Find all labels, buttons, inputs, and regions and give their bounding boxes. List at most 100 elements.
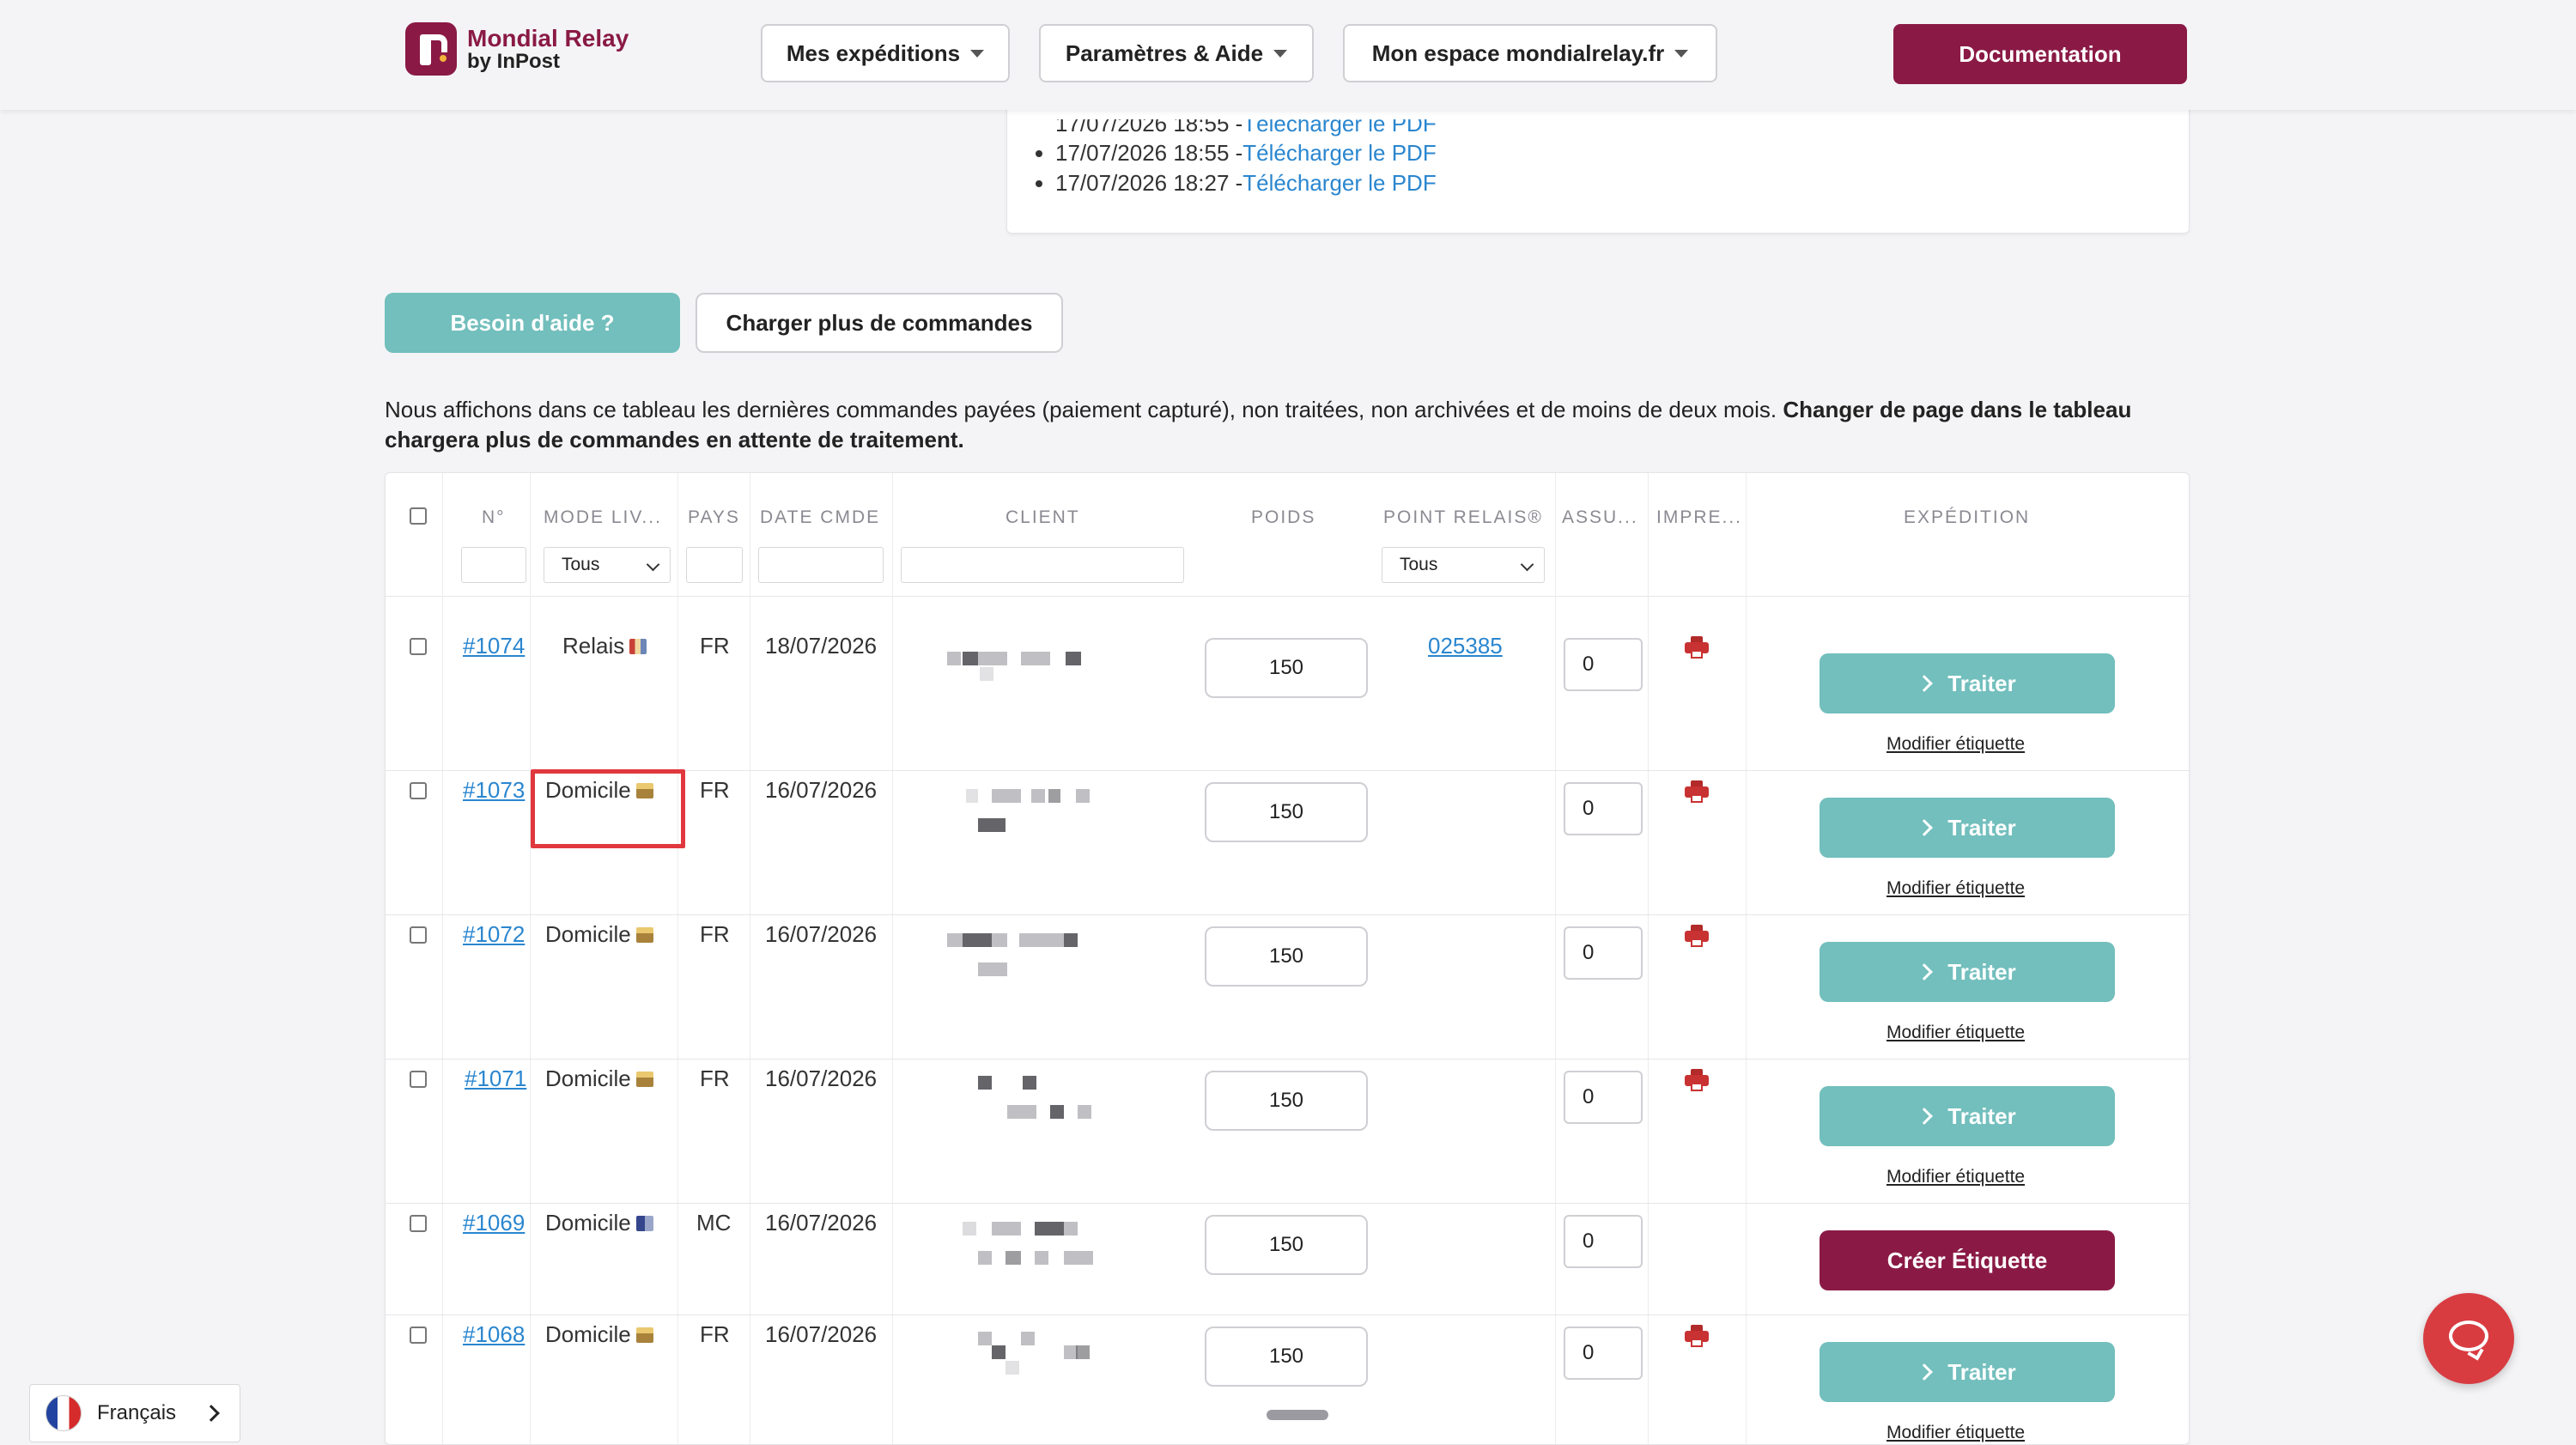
pdf-list-item: 17/07/2026 18:27 -Télécharger le PDF [1055, 168, 1437, 198]
row-checkbox[interactable] [410, 782, 427, 799]
printer-icon[interactable] [1685, 925, 1709, 947]
select-all-checkbox[interactable] [410, 507, 427, 525]
row-checkbox[interactable] [410, 926, 427, 944]
col-header-pays: PAYS [688, 507, 740, 527]
order-date: 16/07/2026 [765, 777, 878, 803]
insurance-input[interactable]: 0 [1564, 638, 1643, 691]
country: FR [700, 1066, 730, 1091]
chevron-right-icon [1916, 1363, 1934, 1381]
traiter-button[interactable]: Traiter [1820, 653, 2115, 713]
chat-support-button[interactable] [2423, 1293, 2514, 1384]
weight-input[interactable]: 150 [1205, 638, 1368, 698]
col-header-assurance: ASSU... [1562, 507, 1638, 527]
insurance-input[interactable]: 0 [1564, 1215, 1643, 1268]
traiter-button[interactable]: Traiter [1820, 1342, 2115, 1402]
order-number-link[interactable]: #1072 [463, 921, 525, 948]
row-checkbox[interactable] [410, 1071, 427, 1088]
download-pdf-link[interactable]: Télécharger le PDF [1242, 140, 1436, 166]
modifier-etiquette-link[interactable]: Modifier étiquette [1886, 734, 2025, 755]
traiter-button[interactable]: Traiter [1820, 1086, 2115, 1146]
row-checkbox[interactable] [410, 1215, 427, 1232]
help-button[interactable]: Besoin d'aide ? [385, 293, 680, 353]
filter-pays-input[interactable] [686, 547, 743, 583]
order-number-link[interactable]: #1071 [465, 1066, 526, 1092]
printer-icon[interactable] [1685, 1069, 1709, 1091]
order-date: 16/07/2026 [765, 921, 878, 947]
weight-input[interactable]: 150 [1205, 1071, 1368, 1131]
highlight-box [531, 769, 685, 848]
country: MC [696, 1210, 732, 1236]
printer-icon[interactable] [1685, 1325, 1709, 1347]
insurance-input[interactable]: 0 [1564, 782, 1643, 835]
filter-num-input[interactable] [461, 547, 526, 583]
order-number-link[interactable]: #1074 [463, 633, 525, 659]
language-switcher[interactable]: Français [29, 1384, 240, 1442]
printer-icon[interactable] [1685, 780, 1709, 803]
pdf-list: 17/07/2026 18:55 -Télécharger le PDF 17/… [1038, 119, 1437, 198]
order-number-link[interactable]: #1068 [463, 1321, 525, 1348]
filter-client-input[interactable] [901, 547, 1184, 583]
col-header-relais: POINT RELAIS® [1383, 507, 1543, 527]
filter-relais-select[interactable]: Tous [1382, 547, 1545, 583]
mondial-relay-logo-icon [405, 22, 457, 76]
pdf-list-item: 17/07/2026 18:55 -Télécharger le PDF [1055, 119, 1437, 138]
filter-mode-select[interactable]: Tous [544, 547, 671, 583]
package-icon [635, 927, 653, 943]
delivery-mode: Domicile [545, 921, 653, 948]
chevron-down-icon [1520, 557, 1534, 572]
load-more-orders-button[interactable]: Charger plus de commandes [696, 293, 1063, 353]
insurance-input[interactable]: 0 [1564, 1327, 1643, 1380]
top-header: Mondial Relay by InPost Mes expéditions … [0, 0, 2576, 110]
row-checkbox[interactable] [410, 1327, 427, 1344]
relay-point-link[interactable]: 025385 [1428, 633, 1503, 659]
package-icon [635, 1072, 653, 1087]
download-pdf-link[interactable]: Télécharger le PDF [1242, 119, 1436, 137]
package-icon [635, 1327, 653, 1343]
printer-icon[interactable] [1685, 636, 1709, 659]
modifier-etiquette-link[interactable]: Modifier étiquette [1886, 878, 2025, 899]
nav-mes-expeditions[interactable]: Mes expéditions [761, 24, 1010, 82]
modifier-etiquette-link[interactable]: Modifier étiquette [1886, 1023, 2025, 1043]
modifier-etiquette-link[interactable]: Modifier étiquette [1886, 1167, 2025, 1187]
col-header-impression: IMPRE... [1656, 507, 1743, 527]
filter-date-input[interactable] [758, 547, 884, 583]
country: FR [700, 1321, 730, 1347]
delivery-mode: Domicile [545, 1210, 653, 1236]
order-number-link[interactable]: #1069 [463, 1210, 525, 1236]
documentation-button[interactable]: Documentation [1893, 24, 2187, 84]
delivery-mode: Domicile [545, 1066, 653, 1092]
nav-mon-espace[interactable]: Mon espace mondialrelay.fr [1343, 24, 1717, 82]
insurance-input[interactable]: 0 [1564, 1071, 1643, 1124]
col-header-expedition: EXPÉDITION [1904, 507, 2031, 527]
nav-parametres-aide[interactable]: Paramètres & Aide [1039, 24, 1314, 82]
traiter-button[interactable]: Traiter [1820, 942, 2115, 1002]
table-scrollbar[interactable] [1267, 1410, 1328, 1420]
order-number-link[interactable]: #1073 [463, 777, 525, 804]
weight-input[interactable]: 150 [1205, 782, 1368, 842]
traiter-button[interactable]: Traiter [1820, 798, 2115, 858]
nav-mes-expeditions-label: Mes expéditions [786, 39, 961, 66]
order-date: 18/07/2026 [765, 633, 878, 659]
logo[interactable]: Mondial Relay by InPost [405, 22, 629, 76]
logo-title: Mondial Relay [467, 24, 629, 52]
insurance-input[interactable]: 0 [1564, 926, 1643, 980]
download-pdf-link[interactable]: Télécharger le PDF [1242, 170, 1436, 196]
chat-bubble-icon [2449, 1321, 2488, 1351]
col-header-date: DATE CMDE [760, 507, 881, 527]
row-checkbox[interactable] [410, 638, 427, 655]
modifier-etiquette-link[interactable]: Modifier étiquette [1886, 1423, 2025, 1443]
caret-down-icon [970, 49, 985, 58]
order-date: 16/07/2026 [765, 1210, 878, 1236]
nav-mon-espace-label: Mon espace mondialrelay.fr [1371, 39, 1665, 66]
orders-table: N° MODE LIV... PAYS DATE CMDE CLIENT POI… [385, 472, 2190, 1445]
table-info-text: Nous affichons dans ce tableau les derni… [385, 397, 2132, 452]
chevron-right-icon [1916, 675, 1934, 692]
weight-input[interactable]: 150 [1205, 1215, 1368, 1275]
weight-input[interactable]: 150 [1205, 926, 1368, 987]
order-date: 16/07/2026 [765, 1066, 878, 1091]
creer-etiquette-button[interactable]: Créer Étiquette [1820, 1230, 2115, 1290]
nav-parametres-aide-label: Paramètres & Aide [1065, 39, 1264, 66]
delivery-mode: Domicile [545, 1321, 653, 1348]
caret-down-icon [1273, 49, 1288, 58]
weight-input[interactable]: 150 [1205, 1327, 1368, 1387]
